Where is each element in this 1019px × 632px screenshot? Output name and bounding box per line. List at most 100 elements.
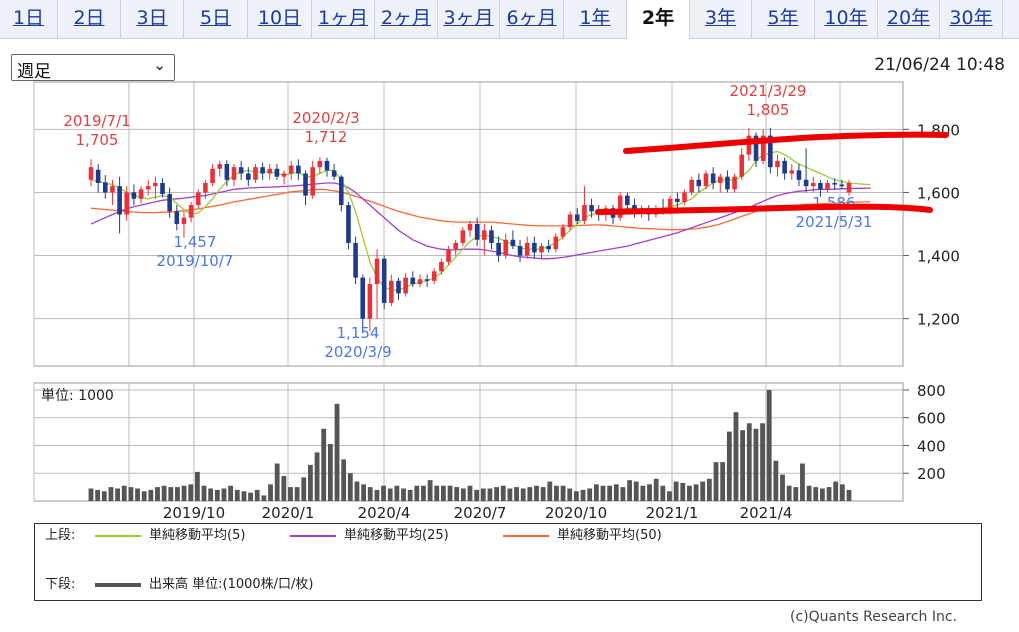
volume-bar (613, 484, 619, 501)
candle-body (195, 192, 201, 206)
candle-body (846, 182, 852, 193)
volume-bar (321, 428, 327, 501)
volume-swatch (95, 582, 141, 587)
volume-bar (680, 482, 686, 501)
annotation-value: 1,805 (747, 101, 790, 119)
ma25-line (90, 182, 871, 260)
volume-bar (387, 488, 393, 501)
tab-10[interactable]: 1年 (564, 0, 627, 38)
tab-15[interactable]: 20年 (878, 0, 940, 38)
volume-bar (593, 484, 599, 501)
hand-drawn-markers (595, 131, 949, 215)
candle-body (260, 167, 265, 174)
tab-5[interactable]: 10日 (248, 0, 312, 38)
candle-body (760, 135, 766, 161)
candle-body (367, 283, 373, 319)
candle-body (532, 242, 537, 253)
tab-8[interactable]: 3ヶ月 (438, 0, 500, 38)
tab-2[interactable]: 2日 (58, 0, 121, 38)
candle-body (331, 170, 337, 177)
volume-bar (234, 489, 240, 501)
volume-bar (161, 485, 167, 501)
candlesticks (88, 127, 852, 334)
candle-body (360, 277, 366, 319)
candle-body (246, 173, 251, 180)
period-select[interactable]: 週足 ⌄ (11, 54, 175, 82)
volume-bar (334, 403, 340, 501)
tab-14[interactable]: 10年 (815, 0, 878, 38)
candle-body (753, 135, 759, 161)
candle-body (110, 186, 115, 193)
candle-body (717, 176, 723, 183)
volume-bar (467, 485, 473, 501)
annotation-date: 2020/3/9 (324, 343, 391, 361)
volume-bar (726, 431, 732, 501)
legend-ma5: 単純移動平均(5) (95, 527, 245, 545)
candle-body (610, 208, 616, 218)
tab-1[interactable]: 1日 (0, 0, 58, 38)
ma25-swatch (290, 534, 336, 537)
volume-bar (427, 480, 433, 501)
period-tab-bar: 1日 2日 3日 5日 10日 1ヶ月 2ヶ月 3ヶ月 6ヶ月 1年 2年 3年 5年 10年 20年 30年 (0, 0, 1019, 39)
candle-body (460, 230, 466, 243)
volume-bar (95, 489, 101, 501)
volume-bar (421, 485, 426, 501)
x-tick-label: 2019/10 (163, 504, 225, 522)
volume-bar (780, 474, 785, 501)
x-tick-label: 2020/4 (358, 504, 411, 522)
candle-body (625, 195, 630, 206)
tab-9[interactable]: 6ヶ月 (500, 0, 564, 38)
tab-12[interactable]: 3年 (690, 0, 752, 38)
candle-body (403, 277, 408, 294)
volume-bar (221, 488, 227, 501)
legend-volume-label: 出来高 単位:(1000株/口/枚) (149, 577, 314, 592)
candle-body (803, 179, 809, 187)
candle-body (782, 160, 787, 174)
annotation-date: 2021/5/31 (796, 213, 873, 231)
candle-body (560, 227, 566, 237)
volume-bar (228, 485, 234, 501)
volume-bar (673, 481, 679, 501)
tab-13[interactable]: 5年 (752, 0, 815, 38)
candle-body (396, 280, 401, 294)
volume-bar (301, 477, 307, 501)
ma5-swatch (95, 534, 141, 537)
volume-bar (540, 487, 546, 501)
volume-bar (494, 487, 499, 501)
copyright: (c)Quants Research Inc. (789, 609, 957, 625)
volume-bar (813, 487, 819, 501)
tab-16[interactable]: 30年 (940, 0, 1003, 38)
candle-body (238, 167, 244, 174)
volume-bar (567, 488, 573, 501)
tab-4[interactable]: 5日 (184, 0, 248, 38)
volume-unit-label: 単位: 1000 (41, 388, 114, 404)
candle-body (553, 236, 559, 250)
candle-body (682, 192, 687, 202)
volume-bar (793, 487, 799, 501)
candle-body (317, 160, 323, 168)
tab-3[interactable]: 3日 (121, 0, 184, 38)
candle-body (324, 160, 330, 171)
candle-body (203, 182, 208, 193)
volume-bar (274, 463, 280, 501)
volume-bar (454, 487, 460, 501)
tab-7[interactable]: 2ヶ月 (375, 0, 438, 38)
candle-body (417, 279, 423, 284)
volume-bar (633, 481, 639, 501)
tab-11[interactable]: 2年 (627, 0, 690, 39)
candle-body (424, 279, 430, 281)
volume-tick-label: 400 (917, 437, 946, 455)
candle-body (810, 182, 816, 187)
volume-bar (88, 488, 94, 501)
tab-6[interactable]: 1ヶ月 (312, 0, 375, 38)
volume-axis: 800 600 400 200 (903, 382, 946, 483)
candle-body (567, 214, 573, 228)
volume-bar (700, 481, 706, 501)
volume-bar (846, 489, 852, 501)
candle-body (353, 242, 358, 278)
volume-bar (341, 459, 347, 501)
ma5-line (90, 150, 871, 291)
candle-body (374, 258, 380, 284)
candle-body (181, 217, 187, 224)
candle-body (138, 189, 144, 199)
